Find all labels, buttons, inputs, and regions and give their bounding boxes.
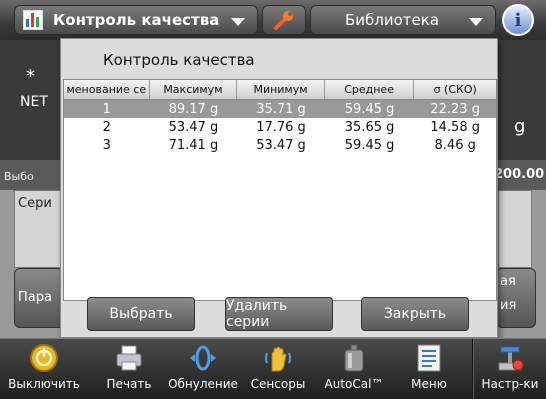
cell-min: 17.76 g [256, 119, 306, 135]
close-button[interactable]: Закрыть [361, 297, 469, 331]
chevron-down-icon [231, 18, 245, 26]
cell-name: 2 [102, 119, 111, 135]
power-label: Выключить [8, 377, 80, 391]
net-indicator: NET [20, 94, 48, 110]
column-header-min[interactable]: Минимум [237, 80, 325, 99]
stable-indicator: * [26, 66, 35, 87]
info-icon: i [514, 9, 522, 31]
select-button[interactable]: Выбрать [87, 297, 195, 331]
column-header-avg[interactable]: Среднее [325, 80, 415, 99]
autocal-button[interactable]: AutoCal™ [318, 339, 390, 399]
autocal-label: AutoCal™ [324, 377, 384, 391]
printer-icon [114, 343, 144, 373]
menu-button[interactable]: Меню [398, 339, 460, 399]
menu-label: Меню [411, 377, 447, 391]
dialog-title: Контроль качества [103, 51, 255, 69]
cell-avg: 59.45 g [344, 101, 395, 117]
cell-avg: 35.65 g [344, 119, 395, 135]
delete-series-button[interactable]: Удалить серии [225, 297, 333, 331]
print-label: Печать [106, 377, 152, 391]
right-button-label-1: ая [500, 274, 516, 289]
table-row[interactable]: 2 53.47 g 17.76 g 35.65 g 14.58 g [64, 118, 496, 136]
wrench-icon [274, 11, 293, 30]
cell-sd: 14.58 g [430, 119, 480, 135]
series-label-fragment: Сери [18, 196, 52, 211]
chart-app-icon [23, 10, 43, 30]
selection-label-fragment: Выбо [4, 170, 34, 183]
settings-wrench-button[interactable] [262, 5, 306, 35]
cell-max: 53.47 g [168, 119, 219, 135]
cell-sd: 22.23 g [430, 101, 480, 117]
quality-control-dialog: Контроль качества менование се Максимум … [60, 38, 498, 338]
power-off-button[interactable]: Выключить [0, 339, 88, 399]
column-header-sd[interactable]: σ (СКО) [414, 80, 496, 99]
right-button-label-2: ия [500, 298, 517, 313]
cell-min: 35.71 g [256, 101, 306, 117]
info-button[interactable]: i [502, 4, 534, 36]
settings-button[interactable]: Настр-ки [476, 339, 544, 399]
hand-sensor-icon [263, 343, 293, 373]
library-selector[interactable]: Библиотека [310, 5, 496, 35]
zero-button[interactable]: Обнуление [166, 339, 240, 399]
column-header-name[interactable]: менование се [64, 80, 150, 99]
parameters-label-fragment: Пара [18, 290, 52, 305]
table-row[interactable]: 3 71.41 g 53.47 g 59.45 g 8.46 g [64, 136, 496, 154]
sensors-button[interactable]: Сенсоры [246, 339, 310, 399]
application-name: Контроль качества [53, 11, 220, 29]
cell-min: 53.47 g [256, 137, 306, 153]
sensors-label: Сенсоры [250, 377, 306, 391]
menu-list-icon [414, 343, 444, 373]
cell-avg: 59.45 g [344, 137, 395, 153]
table-header: менование се Максимум Минимум Среднее σ … [64, 80, 496, 100]
unit-label: g [514, 116, 526, 137]
zero-label: Обнуление [168, 377, 238, 391]
right-panel [498, 190, 532, 268]
power-icon [29, 343, 59, 373]
toolbar-separator [472, 339, 474, 399]
cell-max: 89.17 g [168, 101, 219, 117]
cell-name: 1 [102, 101, 111, 117]
bottom-toolbar: Выключить Печать Обнуление Сенсоры AutoC… [0, 338, 546, 399]
cell-sd: 8.46 g [434, 137, 476, 153]
application-selector[interactable]: Контроль качества [14, 5, 258, 35]
column-header-max[interactable]: Максимум [150, 80, 238, 99]
cell-name: 3 [102, 137, 111, 153]
settings-label: Настр-ки [481, 377, 539, 391]
zero-icon [188, 343, 218, 373]
value-fragment: 200.00 [494, 167, 545, 182]
library-label: Библиотека [344, 11, 440, 29]
chevron-down-icon [469, 18, 483, 26]
print-button[interactable]: Печать [98, 339, 160, 399]
calibration-weight-icon [339, 343, 369, 373]
scale-settings-icon [495, 343, 525, 373]
table-row[interactable]: 1 89.17 g 35.71 g 59.45 g 22.23 g [64, 100, 496, 118]
top-bar: Контроль качества Библиотека i [0, 0, 546, 40]
cell-max: 71.41 g [168, 137, 219, 153]
statistics-table: менование се Максимум Минимум Среднее σ … [63, 79, 497, 301]
